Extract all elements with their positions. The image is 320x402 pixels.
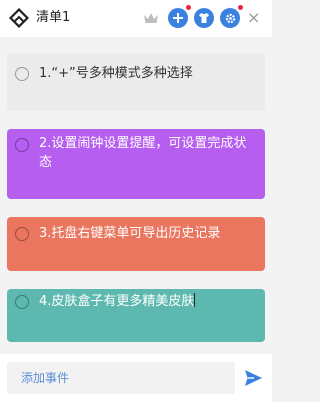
- task-item[interactable]: 2.设置闹钟设置提醒，可设置完成状态: [7, 129, 265, 199]
- add-event-input[interactable]: [7, 362, 235, 394]
- task-text: 3.托盘右键菜单可导出历史记录: [39, 226, 221, 241]
- task-text: 2.设置闹钟设置提醒，可设置完成状态: [39, 136, 247, 170]
- close-icon[interactable]: ×: [247, 8, 260, 28]
- task-text: 4.皮肤盒子有更多精美皮肤: [39, 294, 195, 309]
- app-logo-icon: [9, 8, 29, 28]
- window-title: 清单1: [36, 10, 71, 25]
- task-checkbox[interactable]: [15, 67, 29, 81]
- task-checkbox[interactable]: [15, 227, 29, 241]
- notification-dot: [238, 5, 243, 10]
- composer-bar: [0, 354, 272, 402]
- task-text-editor[interactable]: 4.皮肤盒子有更多精美皮肤: [39, 292, 255, 311]
- task-checkbox[interactable]: [15, 295, 29, 309]
- settings-button[interactable]: [220, 8, 240, 28]
- notification-dot: [186, 5, 191, 10]
- gear-icon: [225, 13, 235, 23]
- add-icon: [173, 13, 183, 23]
- title-bar: 清单1 ×: [0, 0, 272, 37]
- add-list-button[interactable]: [168, 8, 188, 28]
- skin-button[interactable]: [194, 8, 214, 28]
- crown-icon[interactable]: [142, 9, 160, 27]
- task-text: 1.“+”号多种模式多种选择: [39, 66, 193, 81]
- task-item[interactable]: 3.托盘右键菜单可导出历史记录: [7, 217, 265, 271]
- task-checkbox[interactable]: [15, 138, 29, 152]
- shirt-icon: [199, 13, 209, 23]
- send-icon[interactable]: [243, 368, 263, 388]
- task-item[interactable]: 4.皮肤盒子有更多精美皮肤: [7, 289, 265, 342]
- task-item[interactable]: 1.“+”号多种模式多种选择: [7, 53, 265, 111]
- text-cursor: [194, 293, 196, 307]
